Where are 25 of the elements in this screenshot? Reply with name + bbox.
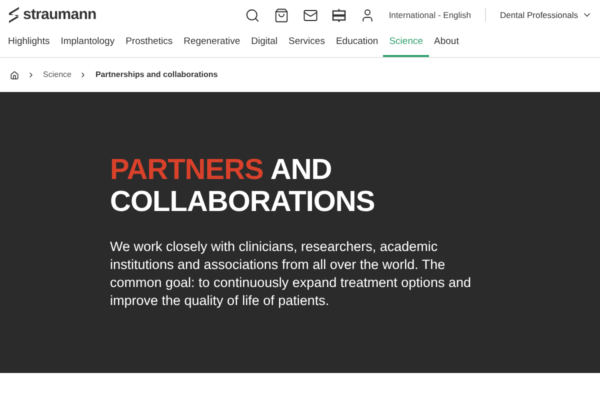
nav-tab[interactable]: Services xyxy=(288,30,325,57)
mail-icon[interactable] xyxy=(302,8,318,22)
chevron-icon xyxy=(27,71,35,79)
breadcrumb-item[interactable]: Science xyxy=(43,69,72,81)
hero-text: We work closely with clinicians, researchers, academic institutions and associations from all over the world. The common goal: to continuously expand treatment options and improve the quality of life of patients. xyxy=(110,238,472,310)
nav-tab[interactable]: Implantology xyxy=(60,30,115,57)
logo-text[interactable]: straumann xyxy=(23,4,96,26)
bag-icon[interactable] xyxy=(274,8,289,22)
home-icon[interactable] xyxy=(10,70,19,80)
hero-title-highlight: PARTNERS xyxy=(110,154,264,186)
nav-tab[interactable]: Prosthetics xyxy=(126,30,173,57)
nav-tab[interactable]: Education xyxy=(336,30,378,57)
nav-tab[interactable]: Digital xyxy=(251,30,278,57)
audience-dropdown[interactable]: Dental Professionals xyxy=(500,8,592,22)
signpost-icon[interactable] xyxy=(332,8,346,22)
search-icon[interactable] xyxy=(244,8,260,22)
logo-icon xyxy=(8,6,20,24)
user-icon[interactable] xyxy=(360,8,375,22)
breadcrumb-item: Partnerships and collaborations xyxy=(95,69,218,81)
hero-title: COLLABORATIONS xyxy=(110,186,376,218)
nav-tab[interactable]: About xyxy=(434,30,459,57)
region-link[interactable]: International - English xyxy=(388,8,472,22)
nav-tab[interactable]: Highlights xyxy=(8,30,50,57)
hero-title: AND xyxy=(270,154,332,186)
nav-tab[interactable]: Regenerative xyxy=(184,30,240,57)
